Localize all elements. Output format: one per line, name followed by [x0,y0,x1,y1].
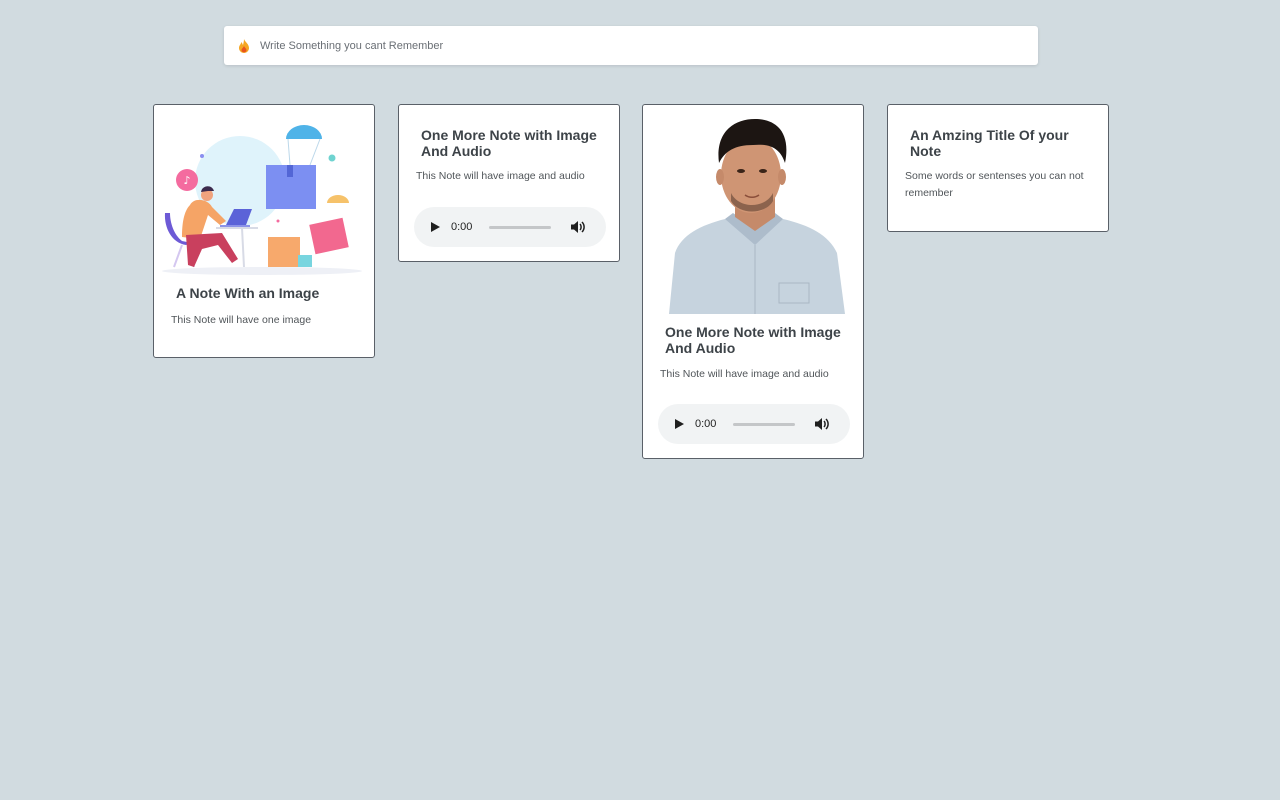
note-title: A Note With an Image [176,285,320,301]
audio-player[interactable]: 0:00 [414,207,606,247]
note-card[interactable]: One More Note with Image And Audio This … [398,104,620,262]
note-card[interactable]: An Amzing Title Of your Note Some words … [887,104,1109,232]
audio-time: 0:00 [695,418,717,430]
note-description: This Note will have image and audio [660,368,829,380]
note-title: One More Note with Image And Audio [421,127,597,159]
note-photo [661,113,847,314]
note-description: This Note will have image and audio [416,170,585,182]
svg-text:♪: ♪ [183,174,190,187]
play-icon[interactable] [675,419,685,429]
play-icon[interactable] [431,222,441,232]
note-title: An Amzing Title Of your Note [910,127,1069,159]
note-card[interactable]: ♪ A Note With an Image This Note will ha… [153,104,375,358]
flame-icon [238,38,252,53]
note-card[interactable]: One More Note with Image And Audio This … [642,104,864,459]
audio-progress-slider[interactable] [489,225,551,229]
note-title: One More Note with Image And Audio [665,324,841,356]
note-illustration: ♪ [162,113,366,277]
note-description: This Note will have one image [171,314,312,326]
audio-player[interactable]: 0:00 [658,404,850,444]
note-description: Some words or sentenses you can not reme… [905,170,1084,199]
audio-time: 0:00 [451,221,473,233]
volume-icon[interactable] [815,417,831,431]
volume-icon[interactable] [571,220,587,234]
audio-progress-slider[interactable] [733,422,795,426]
note-input-placeholder: Write Something you cant Remember [260,39,444,52]
note-input[interactable]: Write Something you cant Remember [224,26,1038,65]
